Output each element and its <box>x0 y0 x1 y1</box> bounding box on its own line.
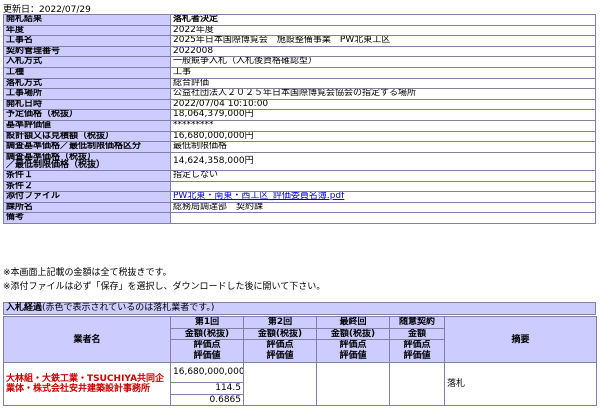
detail-value: 16,680,000,000円 <box>170 130 596 143</box>
detail-value: 総合評価 <box>170 77 596 90</box>
detail-label: 基準評価値 <box>3 119 171 132</box>
bid-summary: 落札 <box>444 362 597 407</box>
detail-row: 工種 工事 <box>3 66 596 79</box>
eval-value-label: 評価値 <box>193 351 221 362</box>
detail-value: 指定しない <box>170 169 596 182</box>
eval-value-label: 評価値 <box>403 351 431 362</box>
bid-negotiation-empty <box>389 362 445 407</box>
eval-score-label: 評価点 <box>193 340 221 351</box>
header-final-amount: 金額(税抜) <box>316 327 390 341</box>
contract-detail-table: 開札結果 落札者決定 年度 2022年度 工事名 2025年日本国際博覧会 施設整備事業 … <box>3 14 596 224</box>
detail-label: 工事場所 <box>3 88 171 100</box>
bid-history-subtitle: (赤色で表示されているのは落札業者です。) <box>42 303 215 313</box>
detail-label: 落札方式 <box>3 77 171 90</box>
bid-round2-empty <box>243 362 317 407</box>
header-vendor: 業者名 <box>3 315 171 364</box>
eval-score-label: 評価点 <box>403 340 431 351</box>
detail-value: ********* <box>170 119 596 132</box>
header-round2: 第2回 <box>243 316 317 329</box>
detail-label: 入札方式 <box>3 56 171 68</box>
detail-row: 落札方式 総合評価 <box>3 77 596 90</box>
header-negotiation-amount: 金額 <box>389 327 445 341</box>
detail-row: 備考 <box>3 212 596 224</box>
header-round2-amount: 金額(税抜) <box>243 327 317 341</box>
header-final: 最終回 <box>316 316 390 329</box>
tax-note: ※本画面上記載の金額は全て税抜きです。 <box>3 268 172 278</box>
detail-value <box>170 212 596 224</box>
header-summary: 摘要 <box>444 315 597 364</box>
detail-label: 工種 <box>3 66 171 79</box>
detail-value: 工事 <box>170 66 596 79</box>
detail-label: 調査基準価格／最低制限価格区分 <box>3 141 171 153</box>
detail-value: 18,064,379,000円 <box>170 109 596 121</box>
detail-label: 添付ファイル <box>3 191 171 203</box>
attachment-link[interactable]: PW北東・南東・西工区_評価委員名簿.pdf <box>173 193 344 202</box>
detail-row: 基準評価値 ********* <box>3 119 596 132</box>
detail-value: PW北東・南東・西工区_評価委員名簿.pdf <box>170 191 596 203</box>
detail-value: 総務局調達部 契約課 <box>170 201 596 214</box>
detail-label: 年度 <box>3 24 171 37</box>
detail-value: 2022/07/04 10:10:00 <box>170 98 596 111</box>
detail-value <box>170 180 596 193</box>
detail-row: 設計額又は見積額（税抜） 16,680,000,000円 <box>3 130 596 143</box>
detail-row: 開札日時 2022/07/04 10:10:00 <box>3 98 596 111</box>
detail-label: 開札日時 <box>3 98 171 111</box>
detail-value: 一般競争入札（入札後資格確認型） <box>170 56 596 68</box>
bid-eval-value-round1: 0.6865 <box>170 393 244 407</box>
eval-score-label: 評価点 <box>339 340 367 351</box>
detail-value: 2022年度 <box>170 24 596 37</box>
detail-row: 添付ファイル PW北東・南東・西工区_評価委員名簿.pdf <box>3 191 596 203</box>
detail-label: 開札結果 <box>3 14 171 26</box>
attachment-note: ※添付ファイルは必ず「保存」を選択し、ダウンロードした後に開いて下さい。 <box>3 282 326 292</box>
bid-final-empty <box>316 362 390 407</box>
bid-amount-round1: 16,680,000,000 <box>170 362 244 384</box>
detail-value: 公益社団法人２０２５年日本国際博覧会協会の指定する場所 <box>170 88 596 100</box>
bid-history-header: 入札経過(赤色で表示されているのは落札業者です。) <box>3 302 596 315</box>
eval-score-label: 評価点 <box>266 340 294 351</box>
detail-row: 条件１ 指定しない <box>3 169 596 182</box>
detail-row: 工事名 2025年日本国際博覧会 施設整備事業 PW北東工区 <box>3 35 596 47</box>
detail-label: 条件２ <box>3 180 171 193</box>
detail-row: 調査基準価格／最低制限価格区分 最低制限価格 <box>3 141 596 153</box>
eval-value-label: 評価値 <box>339 351 367 362</box>
bid-history-table: 業者名 第1回 第2回 最終回 随意契約 摘要 金額(税抜) 金額(税抜) 金額… <box>3 315 597 407</box>
bidder-name: 大林組・大鉄工業・TSUCHIYA共同企業体・株式会社安井建築設計事務所 <box>3 362 171 407</box>
detail-label: 備考 <box>3 212 171 224</box>
detail-row: 開札結果 落札者決定 <box>3 14 596 26</box>
detail-row: 課所名 総務局調達部 契約課 <box>3 201 596 214</box>
header-round1-eval: 評価点 評価値 <box>170 339 244 364</box>
detail-label: 工事名 <box>3 35 171 47</box>
detail-value: 落札者決定 <box>170 14 596 26</box>
detail-row: 条件２ <box>3 180 596 193</box>
detail-label: 条件１ <box>3 169 171 182</box>
eval-value-label: 評価値 <box>266 351 294 362</box>
detail-label: 課所名 <box>3 201 171 214</box>
detail-row: 契約管理番号 2022008 <box>3 45 596 58</box>
detail-value: 2022008 <box>170 45 596 58</box>
detail-label: 契約管理番号 <box>3 45 171 58</box>
header-round2-eval: 評価点 評価値 <box>243 339 317 364</box>
detail-row: 工事場所 公益社団法人２０２５年日本国際博覧会協会の指定する場所 <box>3 88 596 100</box>
detail-value: 2025年日本国際博覧会 施設整備事業 PW北東工区 <box>170 35 596 47</box>
header-round1-amount: 金額(税抜) <box>170 327 244 341</box>
bid-eval-score-round1: 114.5 <box>170 382 244 395</box>
header-negotiation: 随意契約 <box>389 316 445 329</box>
detail-value: 14,624,358,000円 <box>170 151 596 171</box>
detail-label: 設計額又は見積額（税抜） <box>3 130 171 143</box>
detail-row: 年度 2022年度 <box>3 24 596 37</box>
detail-row: 入札方式 一般競争入札（入札後資格確認型） <box>3 56 596 68</box>
header-final-eval: 評価点 評価値 <box>316 339 390 364</box>
detail-label: 予定価格（税抜） <box>3 109 171 121</box>
header-negotiation-eval: 評価点 評価値 <box>389 339 445 364</box>
bid-history-title: 入札経過 <box>6 303 43 313</box>
detail-label: 調査基準価格（税抜） ／最低制限価格（税抜） <box>3 151 171 171</box>
header-round1: 第1回 <box>170 316 244 329</box>
detail-row: 調査基準価格（税抜） ／最低制限価格（税抜） 14,624,358,000円 <box>3 151 596 171</box>
detail-value: 最低制限価格 <box>170 141 596 153</box>
detail-row: 予定価格（税抜） 18,064,379,000円 <box>3 109 596 121</box>
